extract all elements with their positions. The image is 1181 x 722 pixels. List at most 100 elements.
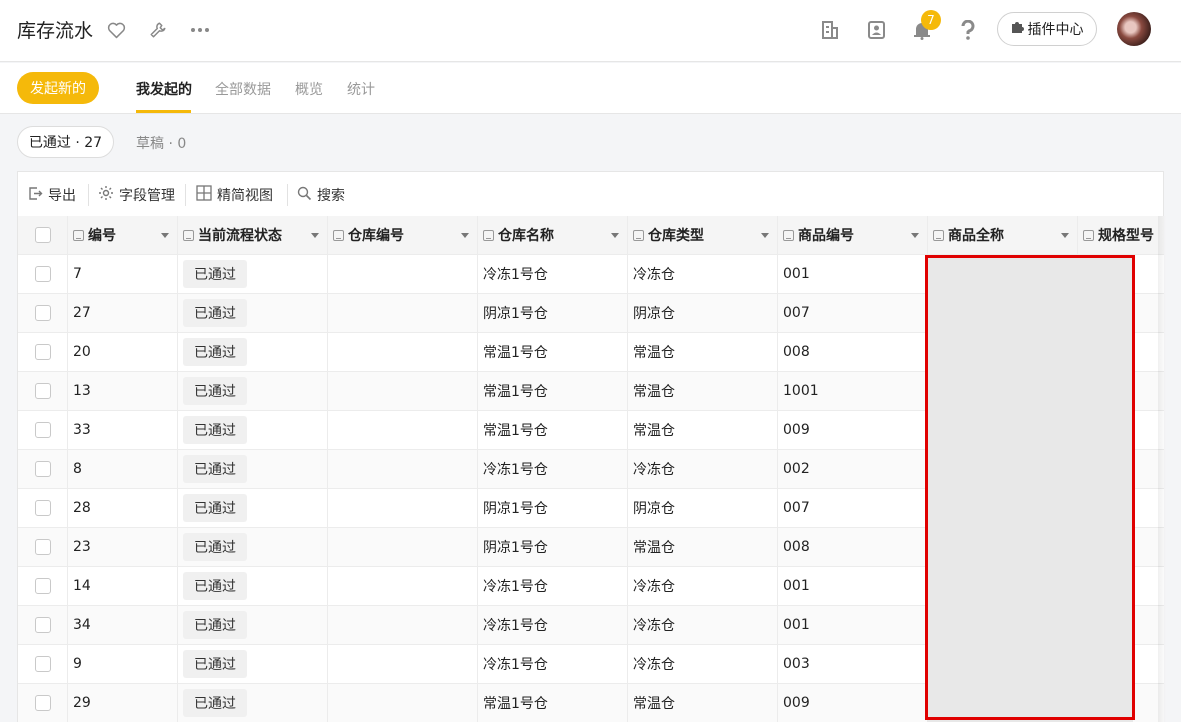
cell-sku: 001 xyxy=(778,567,928,605)
cell-id: 23 xyxy=(68,528,178,566)
app-title: 库存流水 xyxy=(17,20,94,42)
tab-all-data[interactable]: 全部数据 xyxy=(215,79,271,99)
tab-overview[interactable]: 概览 xyxy=(295,79,323,99)
cell-wh-name: 常温1号仓 xyxy=(478,411,628,449)
row-checkbox[interactable] xyxy=(35,656,51,672)
chevron-down-icon[interactable] xyxy=(311,233,319,238)
tab-statistics[interactable]: 统计 xyxy=(347,79,375,99)
col-header-id[interactable]: 编号 xyxy=(68,216,178,254)
row-checkbox[interactable] xyxy=(35,344,51,360)
cell-wh-code xyxy=(328,255,478,293)
col-header-spec[interactable]: 规格型号 xyxy=(1078,216,1164,254)
cell-wh-type: 冷冻仓 xyxy=(628,645,778,683)
cell-wh-name: 常温1号仓 xyxy=(478,684,628,722)
col-header-wh-name[interactable]: 仓库名称 xyxy=(478,216,628,254)
row-checkbox[interactable] xyxy=(35,617,51,633)
chevron-down-icon[interactable] xyxy=(461,233,469,238)
plugin-center-label: 插件中心 xyxy=(1027,22,1084,38)
status-badge: 已通过 xyxy=(183,338,247,366)
col-header-wh-type[interactable]: 仓库类型 xyxy=(628,216,778,254)
row-checkbox[interactable] xyxy=(35,422,51,438)
tab-mine[interactable]: 我发起的 xyxy=(136,79,192,99)
filter-draft[interactable]: 草稿 · 0 xyxy=(136,133,186,153)
cell-wh-type: 常温仓 xyxy=(628,372,778,410)
status-badge: 已通过 xyxy=(183,533,247,561)
row-checkbox[interactable] xyxy=(35,539,51,555)
row-checkbox[interactable] xyxy=(35,305,51,321)
filter-approved[interactable]: 已通过 · 27 xyxy=(17,126,114,158)
chevron-down-icon[interactable] xyxy=(161,233,169,238)
row-checkbox[interactable] xyxy=(35,461,51,477)
cell-id: 14 xyxy=(68,567,178,605)
search-icon xyxy=(297,186,312,205)
cell-sku: 007 xyxy=(778,294,928,332)
cell-wh-name: 常温1号仓 xyxy=(478,372,628,410)
cell-sku: 008 xyxy=(778,528,928,566)
chevron-down-icon[interactable] xyxy=(1061,233,1069,238)
cell-wh-name: 冷冻1号仓 xyxy=(478,450,628,488)
field-manage-label: 字段管理 xyxy=(119,188,175,204)
top-bar: 库存流水 7 插件中心 xyxy=(0,0,1181,62)
field-type-icon xyxy=(633,229,644,241)
cell-sku: 007 xyxy=(778,489,928,527)
status-badge: 已通过 xyxy=(183,572,247,600)
cell-wh-type: 冷冻仓 xyxy=(628,606,778,644)
chevron-down-icon[interactable] xyxy=(761,233,769,238)
row-checkbox[interactable] xyxy=(35,383,51,399)
row-checkbox[interactable] xyxy=(35,266,51,282)
help-icon[interactable] xyxy=(955,17,981,43)
cell-wh-type: 常温仓 xyxy=(628,528,778,566)
export-button[interactable]: 导出 xyxy=(28,185,76,205)
avatar[interactable] xyxy=(1117,12,1151,46)
cell-wh-code xyxy=(328,450,478,488)
cell-wh-type: 常温仓 xyxy=(628,411,778,449)
more-icon[interactable] xyxy=(189,19,211,41)
select-all-cell xyxy=(18,216,68,254)
contacts-icon[interactable] xyxy=(863,17,889,43)
new-record-button[interactable]: 发起新的 xyxy=(17,72,99,104)
building-icon[interactable] xyxy=(817,17,843,43)
cell-wh-name: 阴凉1号仓 xyxy=(478,528,628,566)
chevron-down-icon[interactable] xyxy=(611,233,619,238)
gear-icon xyxy=(98,185,114,205)
status-badge: 已通过 xyxy=(183,650,247,678)
cell-id: 7 xyxy=(68,255,178,293)
plugin-center-button[interactable]: 插件中心 xyxy=(997,12,1097,46)
chevron-down-icon[interactable] xyxy=(911,233,919,238)
row-checkbox[interactable] xyxy=(35,500,51,516)
cell-wh-code xyxy=(328,528,478,566)
cell-wh-name: 冷冻1号仓 xyxy=(478,606,628,644)
field-type-icon xyxy=(1083,229,1094,241)
select-all-checkbox[interactable] xyxy=(35,227,51,243)
status-badge: 已通过 xyxy=(183,455,247,483)
grid-icon xyxy=(196,185,212,205)
row-checkbox[interactable] xyxy=(35,695,51,711)
toolbar-divider xyxy=(185,184,186,206)
compact-view-button[interactable]: 精简视图 xyxy=(196,185,273,205)
cell-status: 已通过 xyxy=(178,528,328,566)
cell-wh-code xyxy=(328,333,478,371)
active-tab-indicator xyxy=(136,110,191,113)
col-header-wh-code[interactable]: 仓库编号 xyxy=(328,216,478,254)
status-badge: 已通过 xyxy=(183,611,247,639)
export-label: 导出 xyxy=(48,188,76,204)
wrench-icon[interactable] xyxy=(147,19,169,41)
cell-sku: 002 xyxy=(778,450,928,488)
heart-icon[interactable] xyxy=(105,19,127,41)
compact-view-label: 精简视图 xyxy=(217,188,273,204)
cell-wh-name: 冷冻1号仓 xyxy=(478,255,628,293)
cell-wh-name: 常温1号仓 xyxy=(478,333,628,371)
cell-id: 28 xyxy=(68,489,178,527)
field-type-icon xyxy=(183,229,194,241)
search-button[interactable]: 搜索 xyxy=(297,185,345,205)
cell-id: 34 xyxy=(68,606,178,644)
col-header-product-name[interactable]: 商品全称 xyxy=(928,216,1078,254)
cell-wh-name: 冷冻1号仓 xyxy=(478,645,628,683)
row-checkbox[interactable] xyxy=(35,578,51,594)
col-header-status[interactable]: 当前流程状态 xyxy=(178,216,328,254)
cell-sku: 001 xyxy=(778,606,928,644)
col-header-sku[interactable]: 商品编号 xyxy=(778,216,928,254)
field-manage-button[interactable]: 字段管理 xyxy=(98,185,175,205)
cell-id: 27 xyxy=(68,294,178,332)
tab-bar: 发起新的 我发起的 全部数据 概览 统计 xyxy=(0,63,1181,114)
